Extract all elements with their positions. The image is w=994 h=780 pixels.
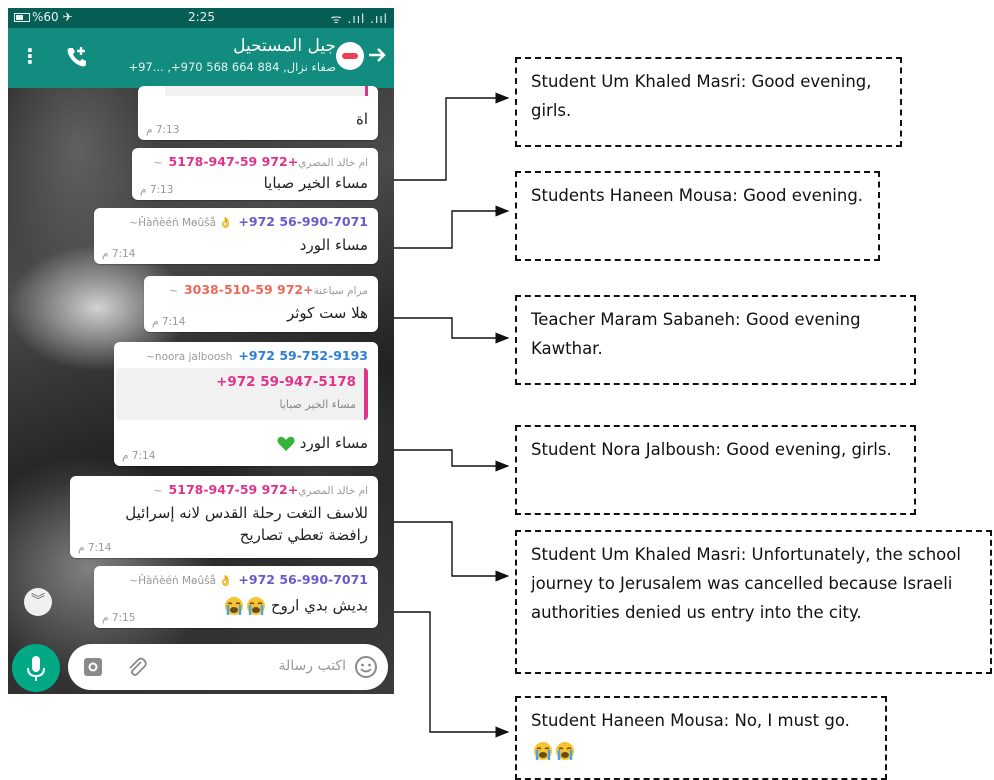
connector-6: [394, 611, 510, 738]
translation-text: Students Haneen Mousa: Good evening.: [531, 186, 864, 205]
translation-text: Student Um Khaled Masri: Unfortunately, …: [531, 545, 961, 622]
translation-box: Teacher Maram Sabaneh: Good evening Kawt…: [515, 295, 916, 385]
crying-emoji-icon: [556, 741, 574, 760]
connector-2: [394, 205, 510, 249]
connector-3: [394, 317, 510, 344]
connector-5: [394, 521, 510, 582]
translation-text: Student Haneen Mousa: No, I must go.: [531, 711, 850, 730]
translation-text: Student Um Khaled Masri: Good evening, g…: [531, 72, 872, 120]
crying-emoji-icon: [534, 741, 552, 760]
connector-1: [394, 92, 510, 181]
translation-box: Student Haneen Mousa: No, I must go.: [515, 696, 887, 780]
translation-box: Student Um Khaled Masri: Unfortunately, …: [515, 530, 992, 674]
connector-4: [394, 449, 510, 472]
translation-text: Student Nora Jalboush: Good evening, gir…: [531, 440, 892, 459]
translation-box: Students Haneen Mousa: Good evening.: [515, 171, 880, 261]
translation-box: Student Nora Jalboush: Good evening, gir…: [515, 425, 916, 515]
translation-text: Teacher Maram Sabaneh: Good evening Kawt…: [531, 310, 861, 358]
translation-box: Student Um Khaled Masri: Good evening, g…: [515, 57, 902, 147]
